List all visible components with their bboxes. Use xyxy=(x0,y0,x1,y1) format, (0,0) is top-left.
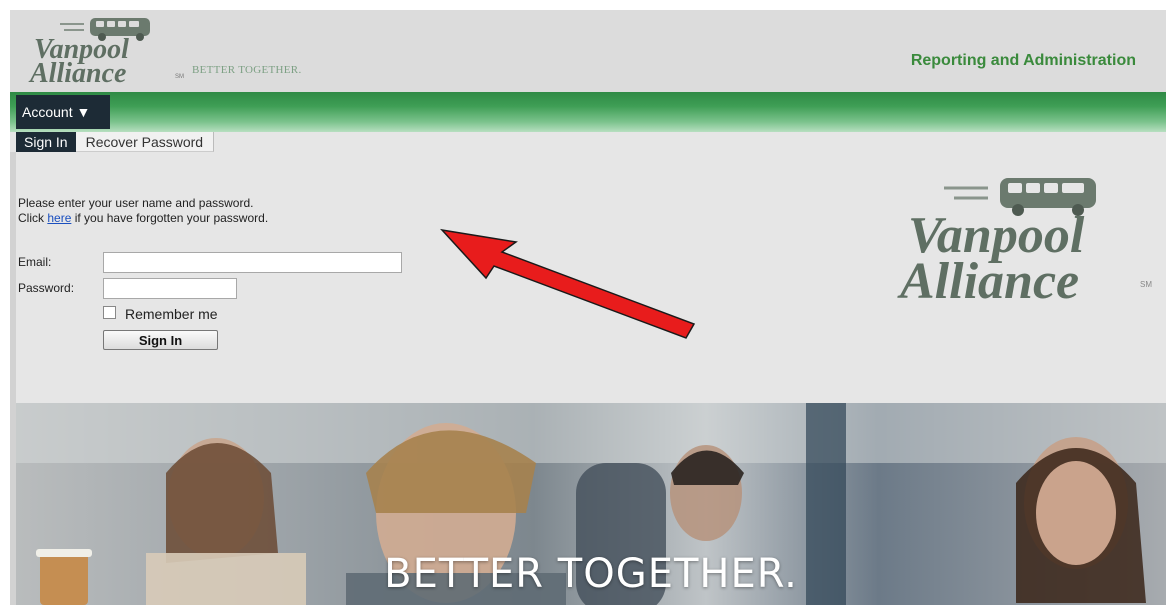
tab-sign-in[interactable]: Sign In xyxy=(16,132,76,152)
password-input[interactable] xyxy=(103,278,237,299)
account-menu-button[interactable]: Account ▼ xyxy=(16,95,110,129)
instruction-click: Click xyxy=(18,211,48,225)
instruction-line-1: Please enter your user name and password… xyxy=(18,196,254,210)
instruction-rest: if you have forgotten your password. xyxy=(71,211,269,225)
navbar: Account ▼ xyxy=(10,92,1166,132)
header-logo-sm: SM xyxy=(175,74,184,80)
remember-me-checkbox[interactable] xyxy=(103,306,116,319)
email-input[interactable] xyxy=(103,252,402,273)
remember-me-label: Remember me xyxy=(125,306,218,322)
big-logo-word-alliance: Alliance xyxy=(900,253,1080,310)
section-title: Reporting and Administration xyxy=(910,52,1136,69)
big-logo: Vanpool Alliance SM xyxy=(900,174,1166,308)
tab-recover-password[interactable]: Recover Password xyxy=(75,132,215,152)
header-logo-word-alliance: Alliance xyxy=(30,58,127,89)
header: Vanpool Alliance SM BETTER TOGETHER. Rep… xyxy=(10,10,1166,92)
instructions: Please enter your user name and password… xyxy=(18,196,268,226)
banner-text: BETTER TOGETHER. xyxy=(384,551,798,597)
instruction-line-2: Click here if you have forgotten your pa… xyxy=(18,211,268,226)
subtabs: Sign In Recover Password xyxy=(16,132,215,152)
page: Vanpool Alliance SM BETTER TOGETHER. Rep… xyxy=(10,10,1166,605)
sign-in-button[interactable]: Sign In xyxy=(103,330,218,350)
password-label: Password: xyxy=(18,281,75,295)
big-logo-sm: SM xyxy=(1140,280,1152,289)
header-logo[interactable]: Vanpool Alliance SM xyxy=(30,16,190,88)
email-label: Email: xyxy=(18,255,52,269)
header-tagline: BETTER TOGETHER. xyxy=(192,64,302,76)
forgot-password-link[interactable]: here xyxy=(47,211,71,225)
arrow-annotation-icon xyxy=(439,228,696,339)
hero-photo: BETTER TOGETHER. xyxy=(16,403,1166,605)
